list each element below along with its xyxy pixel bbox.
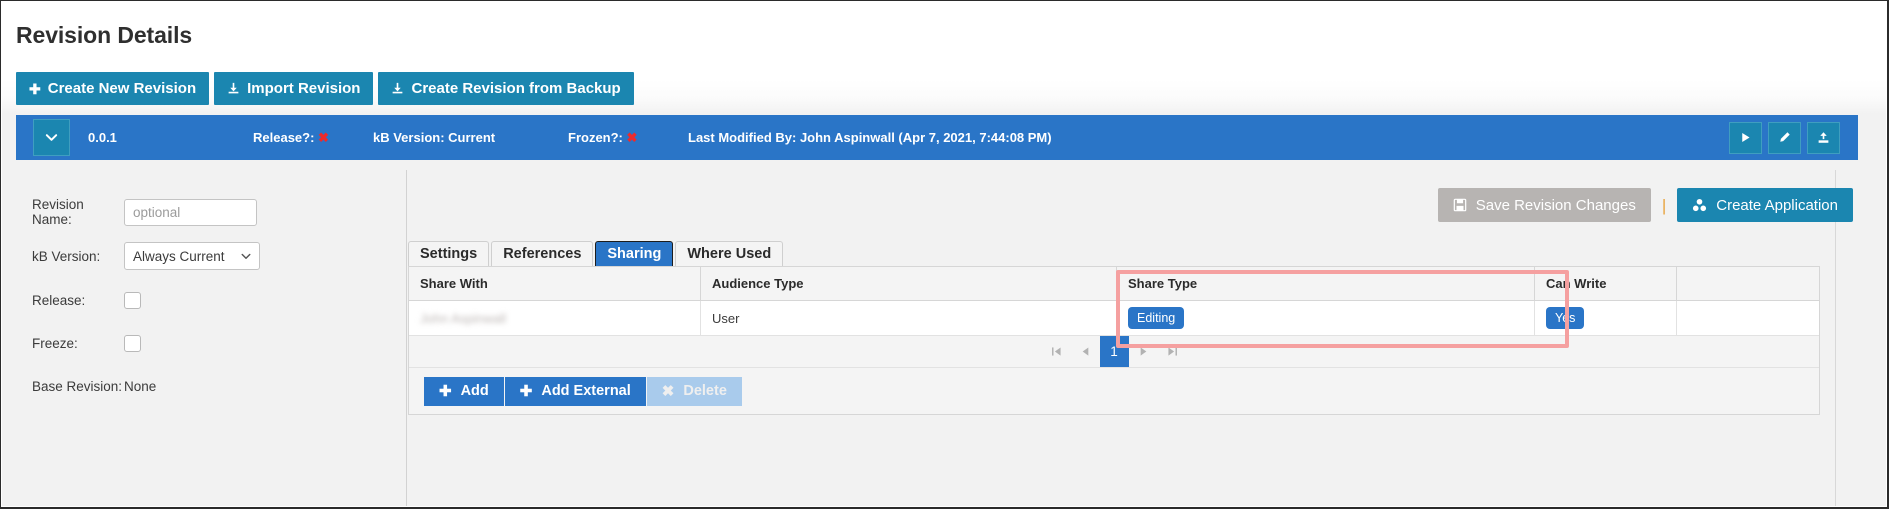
share-with-value-redacted: John Aspinwall [420,310,506,326]
can-write-badge[interactable]: Yes [1546,306,1585,330]
sharing-grid-header: Share With Audience Type Share Type Can … [409,267,1819,301]
revision-version: 0.0.1 [88,130,117,145]
plus-icon: ✚ [439,383,452,400]
last-modified-text: Last Modified By: John Aspinwall (Apr 7,… [688,130,1052,145]
download-icon [227,82,240,95]
save-revision-changes-button[interactable]: Save Revision Changes [1437,188,1651,222]
grid-footer-actions: ✚ Add ✚ Add External ✖ Delete [409,368,1819,414]
revision-banner: 0.0.1 Release?: ✖ kB Version: Current Fr… [16,115,1858,160]
add-external-button-label: Add External [541,383,631,399]
add-button[interactable]: ✚ Add [424,376,504,406]
add-button-label: Add [460,383,489,399]
last-page-icon[interactable] [1158,336,1187,367]
times-icon: ✖ [661,383,675,400]
plus-icon: ✚ [29,80,41,97]
grid-pager: 1 [409,336,1819,368]
import-revision-button[interactable]: Import Revision [214,72,374,105]
base-revision-value: None [124,378,157,394]
release-label: Release: [32,292,86,308]
kb-version-status: kB Version: Current [373,130,496,145]
base-revision-label: Base Revision: [32,378,123,394]
release-row: Release: [32,287,372,313]
floppy-disk-icon [1453,198,1467,212]
kb-version-row: kB Version: Always Current [32,242,372,270]
revision-form: Revision Name: kB Version: Always Curren… [32,197,372,416]
frozen-status-value: ✖ [626,129,638,145]
top-toolbar: ✚ Create New Revision Import Revision Cr… [16,72,634,105]
page-number-1[interactable]: 1 [1099,336,1129,367]
kb-version-label: kB Version: [32,248,101,264]
share-type-badge[interactable]: Editing [1128,306,1185,330]
revision-banner-actions [1729,121,1840,154]
prev-page-icon[interactable] [1071,336,1100,367]
cell-share-type: Editing [1117,301,1535,335]
download-icon [391,82,404,95]
create-application-label: Create Application [1716,196,1838,214]
delete-button-label: Delete [683,383,727,399]
create-new-revision-label: Create New Revision [47,80,197,97]
column-header-spacer [1677,267,1819,300]
frozen-status: Frozen?: ✖ [568,130,688,146]
release-checkbox[interactable] [124,291,141,309]
delete-button: ✖ Delete [646,376,742,406]
create-new-revision-button[interactable]: ✚ Create New Revision [16,72,210,105]
freeze-row: Freeze: [32,330,372,356]
freeze-label: Freeze: [32,335,78,351]
panel-divider [406,170,407,506]
column-header-share-type[interactable]: Share Type [1117,267,1535,300]
add-external-button[interactable]: ✚ Add External [504,376,646,406]
column-header-share-with[interactable]: Share With [409,267,701,300]
plus-icon: ✚ [519,383,533,400]
table-row[interactable]: John Aspinwall User Editing Yes [409,301,1819,336]
chevron-down-icon[interactable] [33,119,70,156]
release-status: Release?: ✖ [253,130,373,146]
revision-name-row: Revision Name: [32,197,372,227]
detail-tabs: Settings References Sharing Where Used [408,241,784,266]
release-status-label: Release?: [253,129,315,145]
create-revision-from-backup-button[interactable]: Create Revision from Backup [378,72,634,105]
next-page-icon[interactable] [1129,336,1158,367]
pencil-icon[interactable] [1768,121,1801,154]
frozen-status-label: Frozen?: [568,129,623,145]
save-revision-changes-label: Save Revision Changes [1475,196,1636,214]
action-separator: | [1661,195,1667,215]
cell-can-write: Yes [1535,301,1677,335]
cell-spacer [1677,301,1819,335]
tab-sharing[interactable]: Sharing [595,241,674,266]
import-revision-label: Import Revision [247,80,361,97]
sharing-grid: Share With Audience Type Share Type Can … [408,266,1820,415]
freeze-checkbox[interactable] [124,334,141,352]
upload-icon[interactable] [1807,121,1840,154]
create-revision-from-backup-label: Create Revision from Backup [411,80,621,97]
column-header-can-write[interactable]: Can Write [1535,267,1677,300]
revision-name-label: Revision Name: [32,197,84,227]
play-icon[interactable] [1729,121,1762,154]
page-body: Revision Details ✚ Create New Revision I… [2,2,1886,506]
create-application-button[interactable]: Create Application [1677,188,1853,222]
revision-action-bar: Save Revision Changes | Create Applicati… [1437,188,1853,222]
cell-audience-type: User [701,301,1117,335]
revision-name-input[interactable] [124,198,257,226]
tab-references[interactable]: References [491,241,594,266]
cell-share-with: John Aspinwall [409,301,701,335]
column-header-audience-type[interactable]: Audience Type [701,267,1117,300]
cubes-icon [1692,198,1707,213]
kb-version-select[interactable]: Always Current [124,242,260,270]
tab-where-used[interactable]: Where Used [675,241,784,266]
page-title: Revision Details [16,22,193,48]
base-revision-row: Base Revision: None [32,373,372,399]
release-status-value: ✖ [318,129,329,145]
kb-version-select-value: Always Current [124,242,260,270]
revision-details-page: Revision Details ✚ Create New Revision I… [0,0,1889,509]
first-page-icon[interactable] [1042,336,1071,367]
tab-settings[interactable]: Settings [408,241,490,266]
